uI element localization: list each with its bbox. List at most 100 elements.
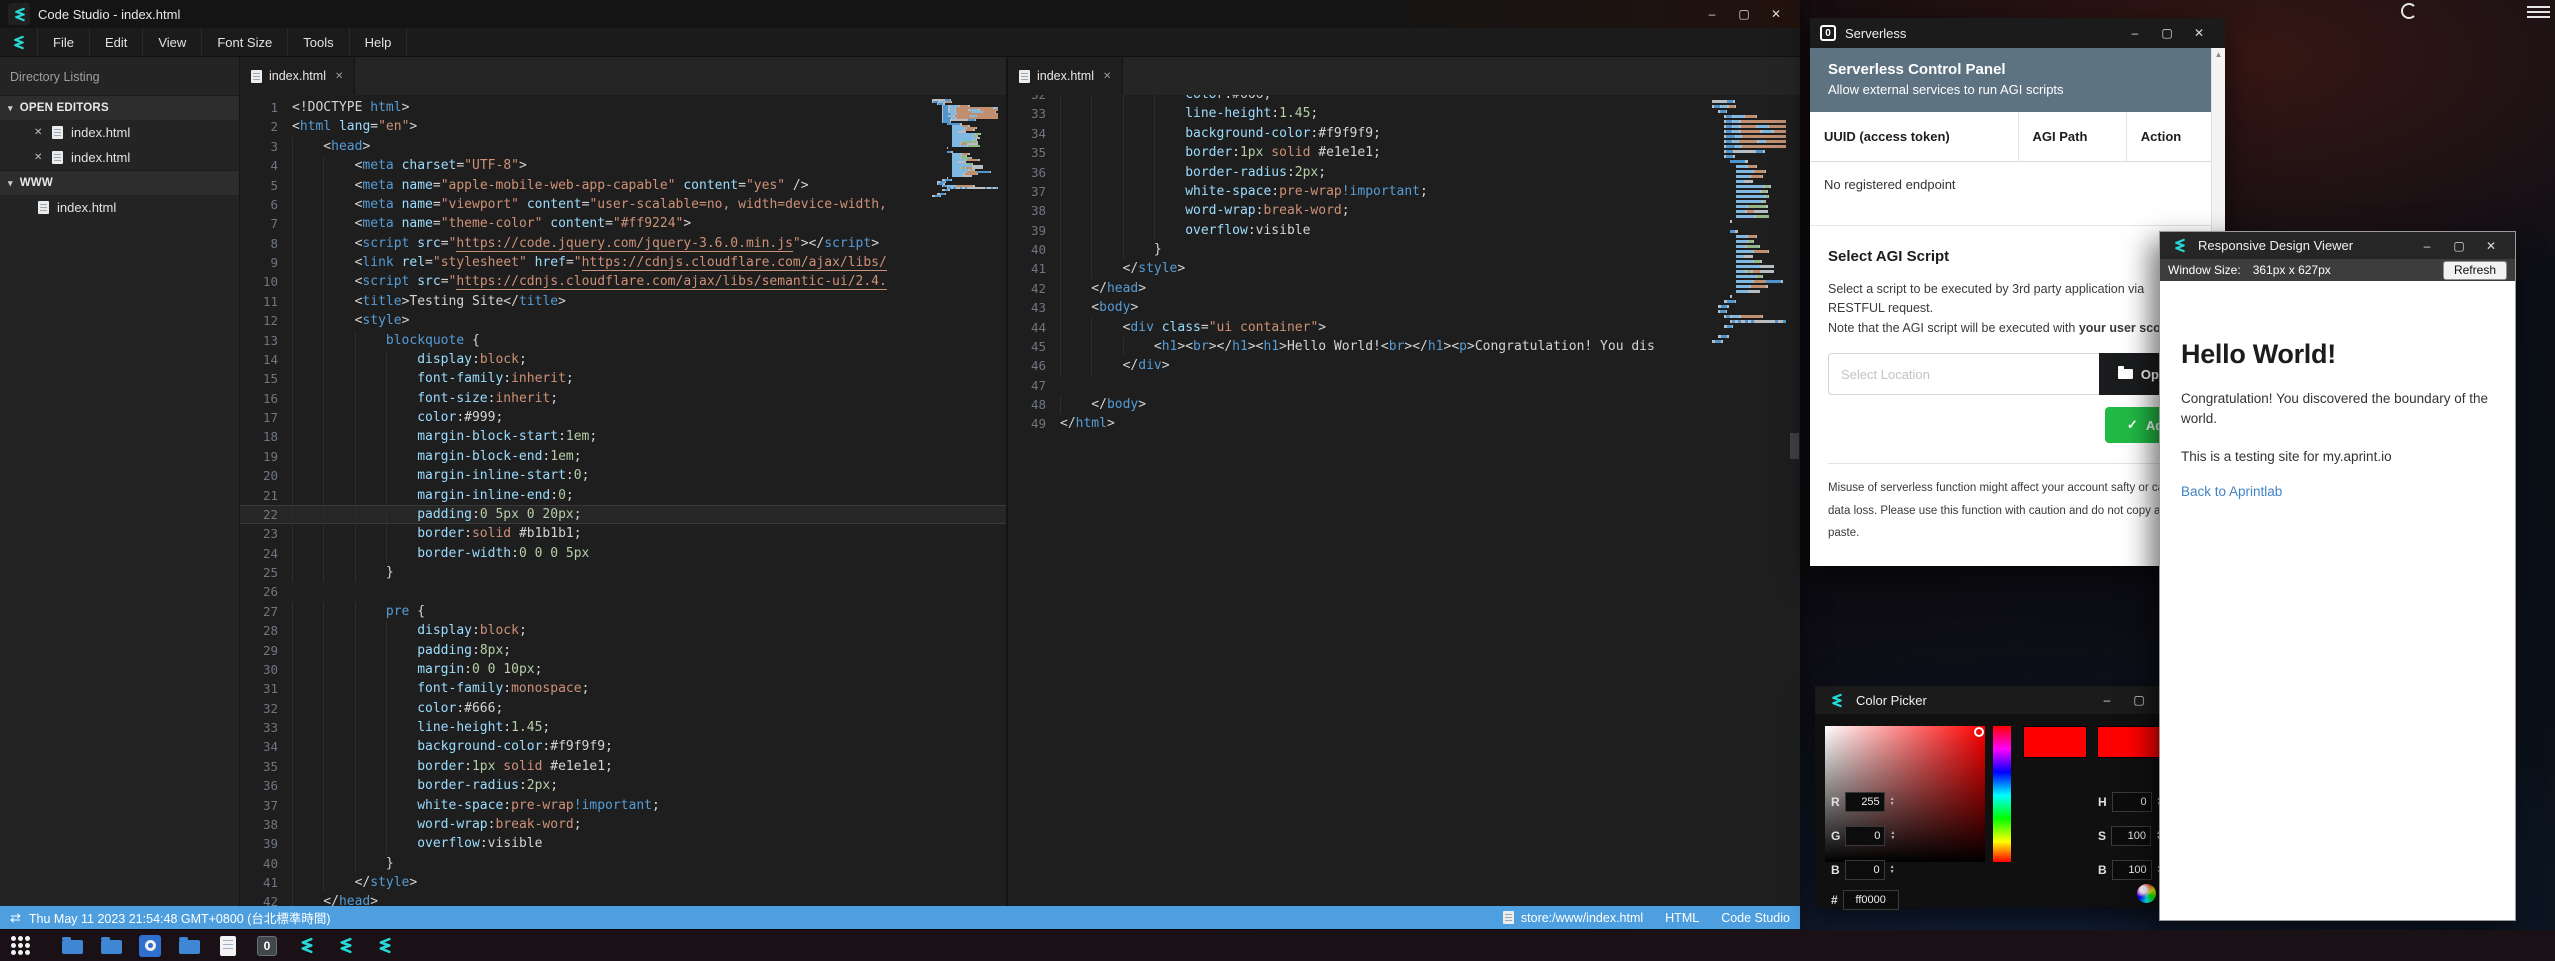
folder-icon	[2118, 369, 2133, 379]
code-line: 11<title>Testing Site</title>	[240, 292, 1006, 311]
sidebar-title: Directory Listing	[0, 57, 239, 95]
rgb-b-field-input[interactable]	[1845, 860, 1885, 880]
sidebar-item-index.html[interactable]: index.html	[0, 195, 239, 220]
taskbar-icon-file-manager[interactable]	[178, 935, 200, 957]
line-number: 1	[240, 98, 292, 117]
minimize-icon[interactable]: –	[2091, 690, 2123, 710]
stepper-icon[interactable]: ▲▼	[1890, 797, 1895, 807]
taskbar-icon-media-app[interactable]	[139, 935, 161, 957]
menu-item-edit[interactable]: Edit	[90, 28, 143, 56]
menu-item-file[interactable]: File	[38, 28, 90, 56]
minimize-icon[interactable]: –	[1696, 4, 1728, 24]
sidebar-section-www[interactable]: ▾WWW	[0, 170, 239, 195]
hsb-h-field-input[interactable]	[2112, 792, 2152, 812]
line-content: word-wrap:break-word;	[292, 815, 1006, 834]
tab-index.html[interactable]: index.html✕	[240, 57, 355, 95]
stepper-icon[interactable]: ▲▼	[1890, 831, 1895, 841]
line-content: <title>Testing Site</title>	[292, 292, 1006, 311]
menu-item-tools[interactable]: Tools	[288, 28, 349, 56]
close-icon[interactable]: ✕	[34, 152, 44, 163]
hex-input[interactable]	[1843, 890, 1899, 910]
scroll-up-icon[interactable]: ▲	[2215, 50, 2223, 59]
minimize-icon[interactable]: –	[2119, 23, 2151, 43]
menu-item-font-size[interactable]: Font Size	[202, 28, 288, 56]
taskbar-icon-code-studio[interactable]	[295, 935, 317, 957]
taskbar-icon-code-studio[interactable]	[334, 935, 356, 957]
taskbar-icon-file-manager[interactable]	[61, 935, 83, 957]
taskbar-icon-text-document[interactable]	[217, 935, 239, 957]
maximize-icon[interactable]: ▢	[2443, 236, 2475, 256]
taskbar-icon-app-launcher[interactable]	[11, 936, 30, 955]
maximize-icon[interactable]: ▢	[2123, 690, 2155, 710]
sidebar-section-open-editors[interactable]: ▾OPEN EDITORS	[0, 95, 239, 120]
viewer-toolbar: Window Size: 361px x 627px Refresh	[2160, 259, 2515, 281]
close-icon[interactable]: ✕	[2183, 23, 2215, 43]
line-content: <div class="ui container">	[1060, 318, 1800, 337]
indent-guide	[386, 524, 417, 543]
close-icon[interactable]: ✕	[2475, 236, 2507, 256]
sidebar-item-index.html[interactable]: ✕index.html	[0, 145, 239, 170]
picker-cursor[interactable]	[1974, 727, 1984, 737]
line-content: </head>	[1060, 279, 1800, 298]
indent-guide	[355, 796, 386, 815]
close-icon[interactable]: ✕	[335, 71, 343, 82]
indent-guide	[1060, 337, 1091, 356]
stepper-down-icon[interactable]: ▼	[1890, 870, 1895, 875]
hex-label: #	[1831, 893, 1838, 907]
code-studio-logo-icon	[1825, 689, 1847, 711]
stepper-icon[interactable]: ▲▼	[1890, 865, 1895, 875]
indent-guide	[323, 156, 354, 175]
indent-guide	[1091, 201, 1122, 220]
stepper-down-icon[interactable]: ▼	[1890, 802, 1895, 807]
maximize-icon[interactable]: ▢	[1728, 4, 1760, 24]
line-number: 23	[240, 524, 292, 543]
tab-index.html[interactable]: index.html✕	[1008, 57, 1123, 95]
code-editor[interactable]: 32color:#666;33line-height:1.45;34backgr…	[1008, 95, 1800, 906]
rgb-r-field-input[interactable]	[1845, 792, 1885, 812]
hue-slider[interactable]	[1993, 726, 2011, 862]
indent-guide	[1091, 163, 1122, 182]
rgb-g-field-input[interactable]	[1845, 826, 1885, 846]
hsb-b-field-input[interactable]	[2112, 860, 2152, 880]
minimap[interactable]	[1712, 99, 1786, 344]
code-line: 39overflow:visible	[240, 834, 1006, 853]
code-editor[interactable]: 1<!DOCTYPE html>2<html lang="en">3<head>…	[240, 95, 1006, 906]
menu-item-help[interactable]: Help	[350, 28, 408, 56]
script-location-input[interactable]	[1828, 353, 2099, 395]
code-line: 49</html>	[1008, 414, 1800, 433]
indent-guide	[386, 408, 417, 427]
serverless-window-title: Serverless	[1845, 26, 1906, 41]
sidebar-section-label: OPEN EDITORS	[20, 102, 109, 114]
scrollbar-thumb[interactable]	[1790, 433, 1799, 459]
close-icon[interactable]: ✕	[1103, 71, 1111, 82]
document-icon	[220, 936, 236, 956]
indent-guide	[292, 408, 323, 427]
taskbar-icon-file-manager[interactable]	[100, 935, 122, 957]
indent-guide	[292, 641, 323, 660]
loading-spinner-icon[interactable]	[2401, 3, 2417, 19]
sidebar-item-index.html[interactable]: ✕index.html	[0, 120, 239, 145]
minimize-icon[interactable]: –	[2411, 236, 2443, 256]
menu-icon[interactable]	[2527, 6, 2550, 21]
color-wheel-icon[interactable]	[2137, 884, 2156, 903]
maximize-icon[interactable]: ▢	[2151, 23, 2183, 43]
taskbar-icon-code-studio[interactable]	[373, 935, 395, 957]
code-line: 4<meta charset="UTF-8">	[240, 156, 1006, 175]
stepper-down-icon[interactable]: ▼	[1890, 836, 1895, 841]
code-line: 40}	[240, 854, 1006, 873]
back-to-aprintlab-link[interactable]: Back to Aprintlab	[2181, 484, 2494, 499]
minimap[interactable]	[932, 99, 998, 197]
taskbar-icon-serverless-app[interactable]: 0	[256, 935, 278, 957]
indent-guide	[355, 350, 386, 369]
menu-item-view[interactable]: View	[143, 28, 202, 56]
indent-guide	[1091, 95, 1122, 104]
line-content: margin-block-end:1em;	[292, 447, 1006, 466]
hsb-s-field-input[interactable]	[2111, 826, 2151, 846]
refresh-button[interactable]: Refresh	[2443, 261, 2507, 280]
close-icon[interactable]: ✕	[34, 127, 44, 138]
line-content: }	[1060, 240, 1800, 259]
scrollbar[interactable]	[1789, 95, 1800, 906]
indent-guide	[355, 776, 386, 795]
indent-guide	[1091, 104, 1122, 123]
close-icon[interactable]: ✕	[1760, 4, 1792, 24]
